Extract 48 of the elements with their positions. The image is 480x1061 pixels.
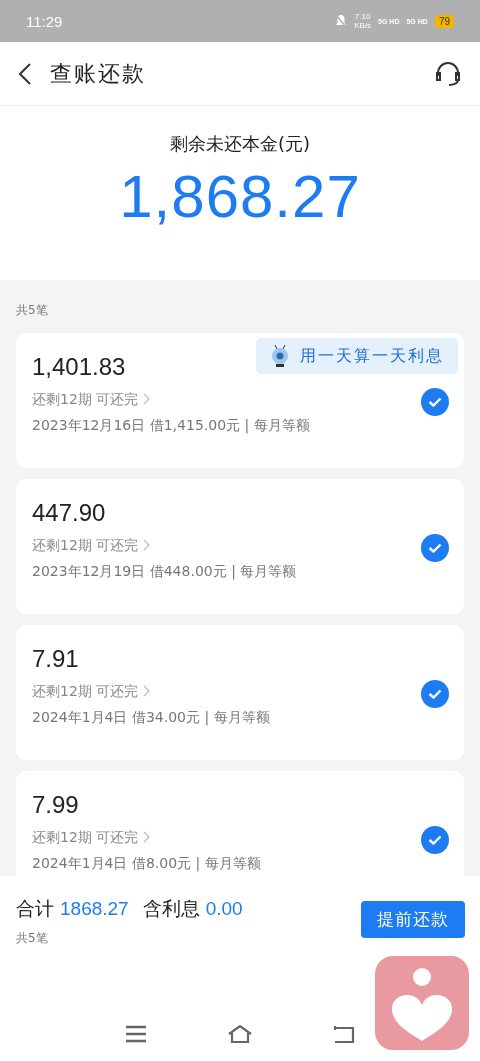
page-title: 查账还款 [50,59,147,88]
headset-icon [434,60,462,87]
loan-details: 2023年12月16日 借1,415.00元 | 每月等额 [32,417,310,435]
total-label: 合计 [16,896,54,921]
prepay-button[interactable]: 提前还款 [361,901,465,938]
chevron-right-icon [142,831,151,843]
checkmark-icon [428,543,442,553]
interest-amount: 0.00 [205,898,243,920]
clock-time: 11:29 [26,12,64,30]
checkbox[interactable] [421,534,449,562]
home-icon[interactable] [227,1023,253,1044]
customer-service-button[interactable] [434,60,462,87]
speed-unit: KB/s [354,21,372,30]
remaining-periods-link[interactable]: 还剩12期 可还完 [32,683,151,701]
chevron-left-icon [18,61,32,86]
chevron-right-icon [142,539,151,551]
checkmark-icon [428,689,442,699]
robot-icon [270,344,290,368]
checkbox[interactable] [421,826,449,854]
loan-details: 2023年12月19日 借448.00元 | 每月等额 [32,563,297,581]
count-label: 共5笔 [16,303,48,317]
loan-balance: 1,401.83 [32,353,126,381]
total-amount: 1868.27 [60,898,129,920]
bell-muted-icon [335,14,348,28]
battery-level: 79 [434,14,454,28]
chevron-right-icon [142,685,151,697]
loan-balance: 7.91 [32,645,79,673]
loan-balance: 447.90 [32,499,106,527]
remaining-periods-link[interactable]: 还剩12期 可还完 [32,829,151,847]
network-speed: 7.10 [354,12,371,21]
principal-amount: 1,868.27 [119,162,361,231]
loan-details: 2024年1月4日 借8.00元 | 每月等额 [32,855,261,873]
back-button[interactable] [18,61,32,86]
principal-label: 剩余未还本金(元) [169,132,310,156]
loan-balance: 7.99 [32,791,79,819]
chevron-right-icon [142,393,151,405]
loan-count: 共5笔 [16,930,49,947]
back-icon[interactable] [333,1023,355,1044]
remaining-periods-link[interactable]: 还剩12期 可还完 [32,391,151,409]
checkmark-icon [428,835,442,845]
interest-label: 含利息 [142,896,200,921]
promo-badge[interactable]: 用一天算一天利息 [256,338,458,374]
checkbox[interactable] [421,680,449,708]
remaining-periods-link[interactable]: 还剩12期 可还完 [32,537,151,555]
menu-icon[interactable] [125,1024,147,1043]
checkbox[interactable] [421,388,449,416]
checkmark-icon [428,397,442,407]
loan-details: 2024年1月4日 借34.00元 | 每月等额 [32,709,270,727]
